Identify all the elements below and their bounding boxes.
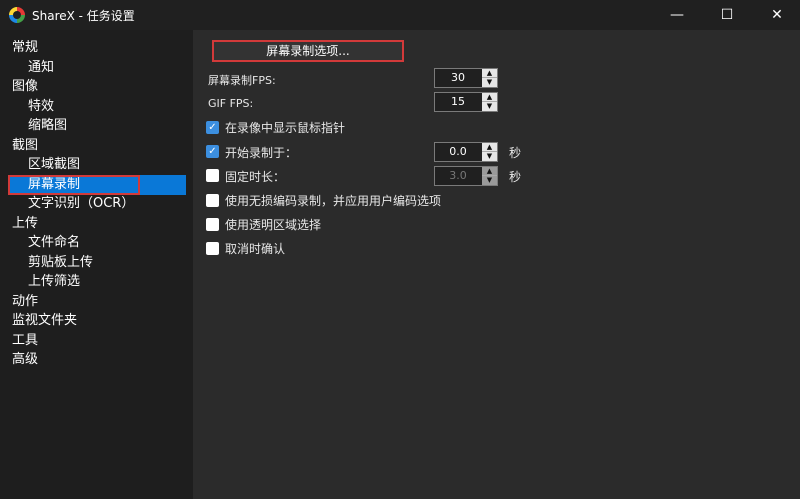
tree-item-file-naming[interactable]: 文件命名 — [28, 233, 80, 253]
close-button[interactable]: ✕ — [754, 0, 800, 30]
stepper-arrows: ▲ ▼ — [482, 167, 497, 185]
tree-item-image[interactable]: 图像 — [12, 77, 38, 97]
fixed-duration-value: 3.0 — [449, 169, 467, 182]
minimize-button[interactable]: — — [654, 0, 700, 30]
tree-item-clipboard-upload[interactable]: 剪贴板上传 — [28, 253, 93, 273]
start-delay-unit: 秒 — [509, 146, 522, 160]
chevron-up-icon: ▲ — [482, 167, 497, 176]
tree-item-thumbnail[interactable]: 缩略图 — [28, 116, 67, 136]
chevron-down-icon: ▼ — [486, 176, 493, 184]
stepper-arrows: ▲ ▼ — [482, 69, 497, 87]
screen-recording-fps-value[interactable]: 30 — [435, 69, 481, 87]
tree-item-upload[interactable]: 上传 — [12, 214, 38, 234]
transparent-region-checkbox[interactable] — [206, 218, 219, 231]
chevron-down-icon[interactable]: ▼ — [482, 78, 497, 87]
gif-fps-stepper[interactable]: 15 ▲ ▼ — [434, 92, 498, 112]
chevron-down-icon[interactable]: ▼ — [482, 152, 497, 161]
tree-item-actions[interactable]: 动作 — [12, 292, 38, 312]
screen-recording-fps-stepper[interactable]: 30 ▲ ▼ — [434, 68, 498, 88]
sharex-app-icon — [9, 7, 25, 23]
title-bar: ShareX - 任务设置 — ☐ ✕ — [0, 0, 800, 30]
highlight-box — [8, 175, 140, 195]
maximize-button[interactable]: ☐ — [704, 0, 750, 30]
stepper-arrows: ▲ ▼ — [482, 143, 497, 161]
gif-fps-label: GIF FPS: — [208, 97, 254, 110]
confirm-cancel-checkbox[interactable] — [206, 242, 219, 255]
tree-item-region-capture[interactable]: 区域截图 — [28, 155, 80, 175]
start-delay-checkbox[interactable]: ✓ — [206, 145, 219, 158]
lossless-checkbox[interactable] — [206, 194, 219, 207]
tree-item-general[interactable]: 常规 — [12, 38, 38, 58]
fixed-duration-label: 固定时长： — [225, 170, 286, 184]
lossless-label: 使用无损编码录制，并应用用户编码选项 — [225, 194, 442, 208]
start-delay-stepper[interactable]: 0.0 ▲ ▼ — [434, 142, 498, 162]
start-delay-value[interactable]: 0.0 — [435, 143, 481, 161]
screen-recording-options-button[interactable]: 屏幕录制选项... — [212, 40, 404, 62]
window-title: ShareX - 任务设置 — [32, 9, 135, 23]
tree-item-ocr[interactable]: 文字识别（OCR） — [28, 194, 134, 214]
tree-item-effects[interactable]: 特效 — [28, 97, 54, 117]
tree-item-watch-folders[interactable]: 监视文件夹 — [12, 311, 77, 331]
fixed-duration-stepper: 3.0 ▲ ▼ — [434, 166, 498, 186]
tree-item-notifications[interactable]: 通知 — [28, 58, 54, 78]
tree-item-upload-filters[interactable]: 上传筛选 — [28, 272, 80, 292]
tree-item-capture[interactable]: 截图 — [12, 136, 38, 156]
confirm-cancel-label: 取消时确认 — [225, 242, 286, 256]
gif-fps-value[interactable]: 15 — [435, 93, 481, 111]
chevron-up-icon[interactable]: ▲ — [482, 143, 497, 152]
start-delay-label: 开始录制于： — [225, 146, 298, 160]
show-cursor-label: 在录像中显示鼠标指针 — [225, 121, 346, 135]
transparent-region-label: 使用透明区域选择 — [225, 218, 322, 232]
chevron-up-icon[interactable]: ▲ — [482, 93, 497, 102]
tree-item-advanced[interactable]: 高级 — [12, 350, 38, 370]
stepper-arrows: ▲ ▼ — [482, 93, 497, 111]
screen-recording-fps-label: 屏幕录制FPS: — [208, 74, 276, 87]
settings-tree: 常规 通知 图像 特效 缩略图 截图 区域截图 屏幕录制 文字识别（OCR） 上… — [0, 30, 193, 499]
chevron-down-icon[interactable]: ▼ — [482, 102, 497, 111]
chevron-up-icon[interactable]: ▲ — [482, 69, 497, 78]
fixed-duration-unit: 秒 — [509, 170, 522, 184]
show-cursor-checkbox[interactable]: ✓ — [206, 121, 219, 134]
tree-item-tools[interactable]: 工具 — [12, 331, 38, 351]
screen-recording-panel: 屏幕录制选项... 屏幕录制FPS: 30 ▲ ▼ GIF FPS: 15 ▲ … — [193, 30, 800, 499]
fixed-duration-checkbox[interactable] — [206, 169, 219, 182]
